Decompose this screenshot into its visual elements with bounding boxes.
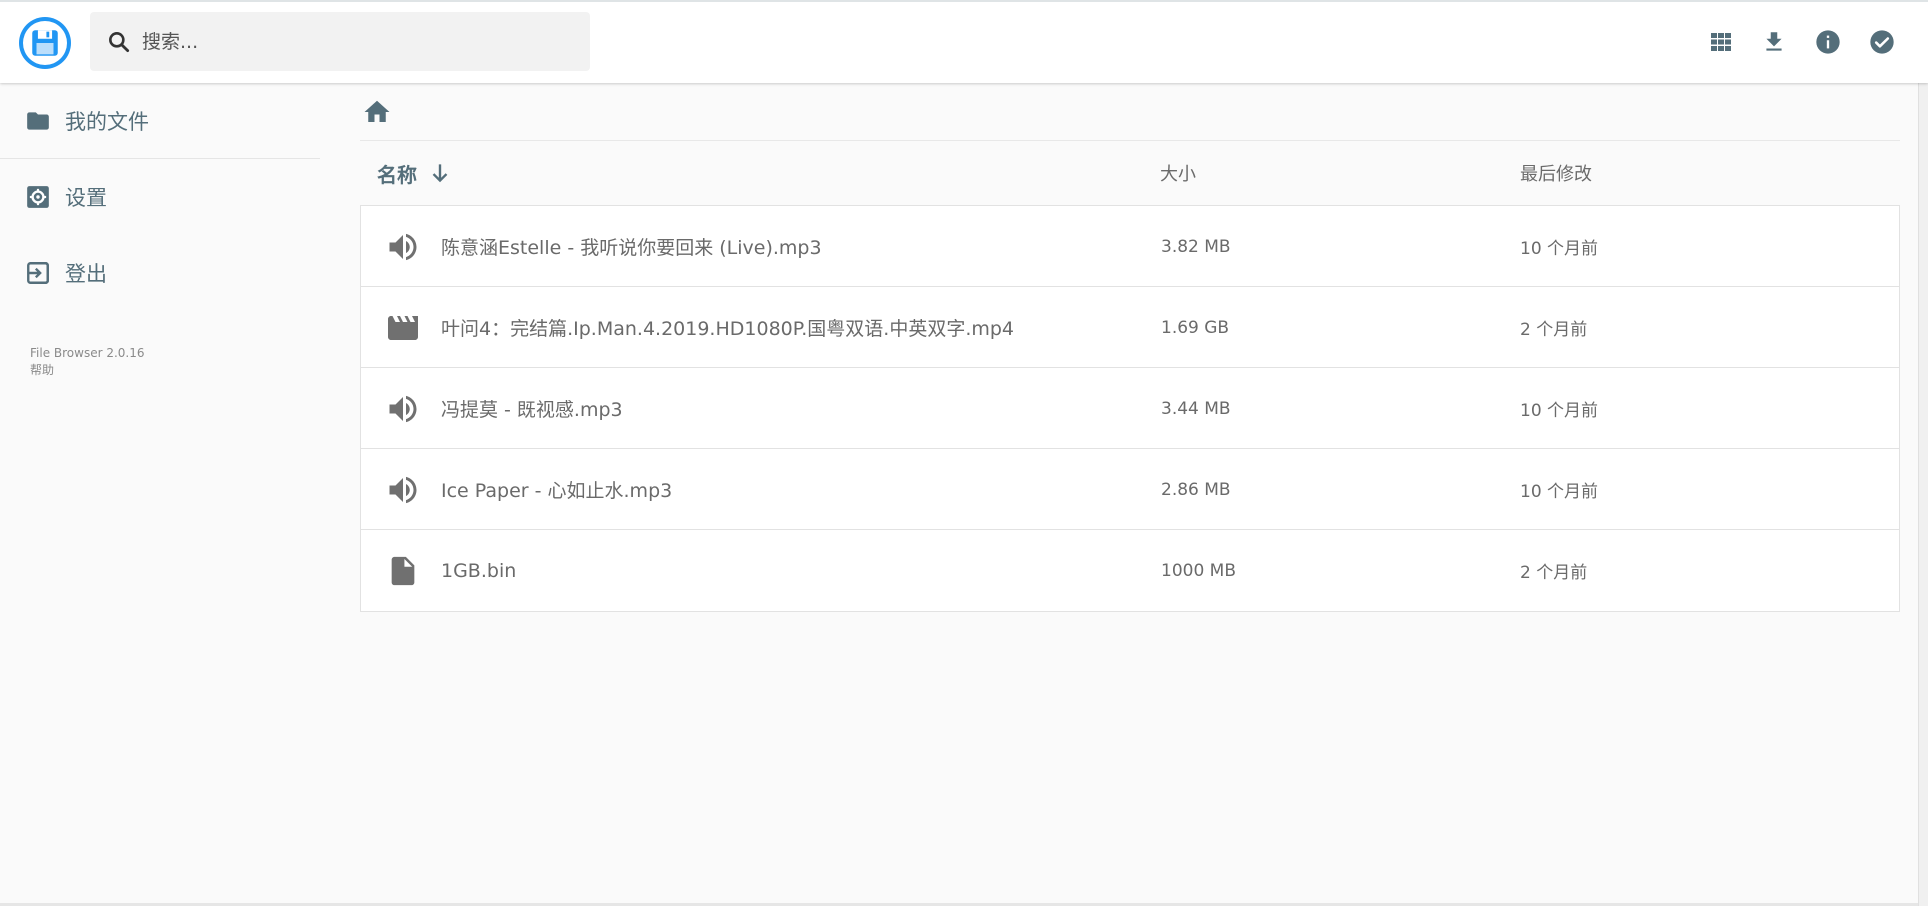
column-header-name-label: 名称: [377, 162, 417, 187]
info-button[interactable]: [1808, 22, 1848, 62]
sidebar-item-label: 设置: [65, 186, 107, 210]
file-list: 陈意涵Estelle - 我听说你要回来 (Live).mp3 3.82 MB …: [360, 205, 1900, 612]
sidebar-item-logout[interactable]: 登出: [0, 237, 320, 309]
file-name: Ice Paper - 心如止水.mp3: [441, 480, 673, 502]
audio-icon: [383, 389, 423, 429]
file-row[interactable]: 陈意涵Estelle - 我听说你要回来 (Live).mp3 3.82 MB …: [361, 206, 1899, 287]
sidebar-item-label: 我的文件: [65, 110, 149, 134]
file-size: 3.44 MB: [1161, 398, 1231, 419]
file-row[interactable]: 冯提莫 - 既视感.mp3 3.44 MB 10 个月前: [361, 368, 1899, 449]
logout-icon: [24, 259, 52, 287]
breadcrumb: [360, 83, 1900, 141]
download-button[interactable]: [1754, 22, 1794, 62]
file-name: 1GB.bin: [441, 559, 517, 582]
sidebar: 我的文件 设置 登出 File Browser 2.0.16 帮助: [0, 83, 320, 906]
file-name: 叶问4：完结篇.Ip.Man.4.2019.HD1080P.国粤双语.中英双字.…: [441, 318, 1015, 340]
search-icon: [109, 32, 130, 53]
check-circle-icon: [1870, 30, 1894, 54]
audio-icon: [383, 470, 423, 510]
info-icon: [1816, 30, 1840, 54]
file-row[interactable]: 叶问4：完结篇.Ip.Man.4.2019.HD1080P.国粤双语.中英双字.…: [361, 287, 1899, 368]
settings-icon: [24, 183, 52, 211]
file-modified: 10 个月前: [1520, 401, 1599, 421]
download-icon: [1766, 32, 1782, 51]
audio-icon: [383, 227, 423, 267]
scrollbar[interactable]: [1918, 2, 1928, 906]
folder-icon: [24, 107, 52, 135]
file-size: 1.69 GB: [1161, 317, 1230, 338]
grid-view-icon: [1711, 33, 1731, 51]
file-size: 3.82 MB: [1161, 236, 1231, 257]
file-row[interactable]: 1GB.bin 1000 MB 2 个月前: [361, 530, 1899, 611]
sidebar-item-my-files[interactable]: 我的文件: [0, 85, 320, 157]
file-icon: [383, 551, 423, 591]
file-size: 1000 MB: [1161, 560, 1236, 581]
select-button[interactable]: [1862, 22, 1902, 62]
column-header-size[interactable]: 大小: [1160, 141, 1196, 205]
sidebar-item-settings[interactable]: 设置: [0, 161, 320, 233]
file-size: 2.86 MB: [1161, 479, 1231, 500]
arrow-down-icon: [432, 164, 448, 183]
credits: File Browser 2.0.16 帮助: [30, 345, 145, 379]
column-header-name[interactable]: 名称: [377, 141, 453, 205]
home-icon[interactable]: [362, 97, 392, 127]
list-header: 名称 大小 最后修改: [360, 141, 1900, 205]
file-row[interactable]: Ice Paper - 心如止水.mp3 2.86 MB 10 个月前: [361, 449, 1899, 530]
file-modified: 2 个月前: [1520, 563, 1588, 583]
app-logo[interactable]: [19, 17, 71, 69]
search-box[interactable]: [90, 12, 590, 71]
sidebar-divider: [0, 158, 320, 159]
file-modified: 10 个月前: [1520, 239, 1599, 259]
file-name: 冯提莫 - 既视感.mp3: [441, 399, 623, 421]
file-modified: 2 个月前: [1520, 320, 1588, 340]
movie-icon: [383, 308, 423, 348]
grid-view-button[interactable]: [1701, 22, 1741, 62]
file-modified: 10 个月前: [1520, 482, 1599, 502]
column-header-modified[interactable]: 最后修改: [1520, 141, 1592, 205]
sidebar-item-label: 登出: [65, 262, 107, 286]
file-name: 陈意涵Estelle - 我听说你要回来 (Live).mp3: [441, 237, 822, 259]
top-bar: [0, 0, 1928, 83]
version-link[interactable]: File Browser 2.0.16: [30, 345, 145, 362]
search-input[interactable]: [142, 12, 572, 71]
help-link[interactable]: 帮助: [30, 362, 145, 379]
window-top-edge: [0, 0, 1928, 2]
